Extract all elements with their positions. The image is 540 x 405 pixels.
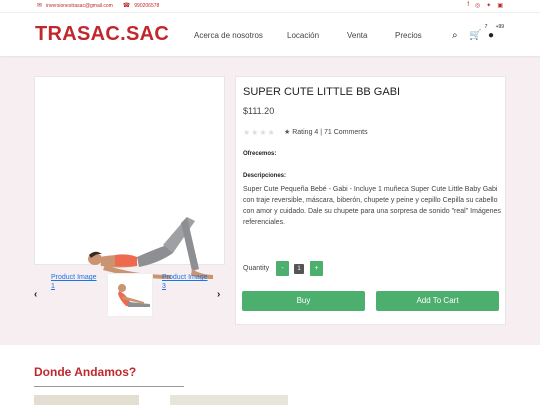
product-title: SUPER CUTE LITTLE BB GABI: [243, 86, 401, 98]
nav-item-precios[interactable]: Precios: [395, 31, 422, 40]
product-description: Super Cute Pequeña Bebé - Gabi - Incluye…: [243, 186, 501, 226]
thumbnail-strip: ‹ Product Image 1 Product Image 3 ›: [34, 272, 225, 318]
thumbnail-3[interactable]: Product Image 3: [162, 273, 212, 291]
product-image-card: [34, 76, 225, 284]
location-section: Donde Andamos?: [0, 345, 540, 405]
top-bar: ✉ inversionestrasac@gmail.com ☎ 99020657…: [0, 0, 540, 13]
nav-item-locacion[interactable]: Locación: [287, 31, 319, 40]
thumbnail-2[interactable]: [107, 273, 153, 317]
map-preview-right[interactable]: [170, 395, 288, 405]
description-label: Descripciones:: [243, 173, 287, 179]
quantity-value[interactable]: 1: [294, 264, 304, 274]
rating-text: Rating 4 | 71 Comments: [292, 129, 368, 136]
quantity-label: Quantity: [243, 265, 270, 272]
account-count-badge: +99: [495, 24, 505, 30]
social-links: f ◎ ✦ ▣: [467, 2, 503, 9]
contact-info: ✉ inversionestrasac@gmail.com ☎ 99020657…: [37, 2, 159, 10]
heading-divider: [34, 386, 184, 387]
contact-phone[interactable]: 990206578: [134, 3, 159, 9]
user-icon[interactable]: ● +99: [488, 24, 504, 41]
nav-item-venta[interactable]: Venta: [347, 31, 367, 40]
rating-stars[interactable]: ★★★★: [243, 128, 276, 137]
offer-label: Ofrecemos:: [243, 151, 277, 157]
site-logo[interactable]: TRASAC.SAC: [35, 23, 169, 46]
location-heading: Donde Andamos?: [34, 365, 137, 379]
next-arrow-icon[interactable]: ›: [217, 289, 220, 300]
quantity-decrease-button[interactable]: -: [276, 261, 289, 276]
nav-item-acerca[interactable]: Acerca de nosotros: [194, 31, 263, 40]
quantity-increase-button[interactable]: +: [310, 261, 323, 276]
add-to-cart-button[interactable]: Add To Cart: [376, 291, 499, 311]
cart-icon[interactable]: 🛒 7: [469, 24, 487, 41]
phone-icon: ☎: [122, 3, 131, 9]
mail-icon: ✉: [37, 3, 43, 9]
account-wrapper: ● +99: [488, 24, 504, 41]
site-header: TRASAC.SAC Acerca de nosotros Locación V…: [0, 13, 540, 56]
youtube-icon[interactable]: ▣: [497, 2, 503, 9]
star-icon: ★: [284, 129, 291, 136]
product-info-card: SUPER CUTE LITTLE BB GABI $111.20 ★★★★ ★…: [235, 76, 506, 325]
contact-email[interactable]: inversionestrasac@gmail.com: [46, 3, 113, 9]
buy-button[interactable]: Buy: [242, 291, 365, 311]
instagram-icon[interactable]: ◎: [475, 2, 480, 9]
map-preview-left[interactable]: [34, 395, 139, 405]
header-actions: ⌕: [452, 30, 458, 41]
prev-arrow-icon[interactable]: ‹: [34, 289, 37, 300]
facebook-icon[interactable]: f: [467, 2, 469, 9]
product-price: $111.20: [243, 106, 275, 116]
twitter-icon[interactable]: ✦: [486, 2, 491, 9]
search-icon[interactable]: ⌕: [452, 30, 458, 41]
thumbnail-2-image: [118, 284, 150, 307]
cart-wrapper: 🛒 7: [469, 24, 487, 41]
rating-summary: ★ Rating 4 | 71 Comments: [284, 128, 368, 136]
thumbnail-1[interactable]: Product Image 1: [51, 273, 101, 291]
